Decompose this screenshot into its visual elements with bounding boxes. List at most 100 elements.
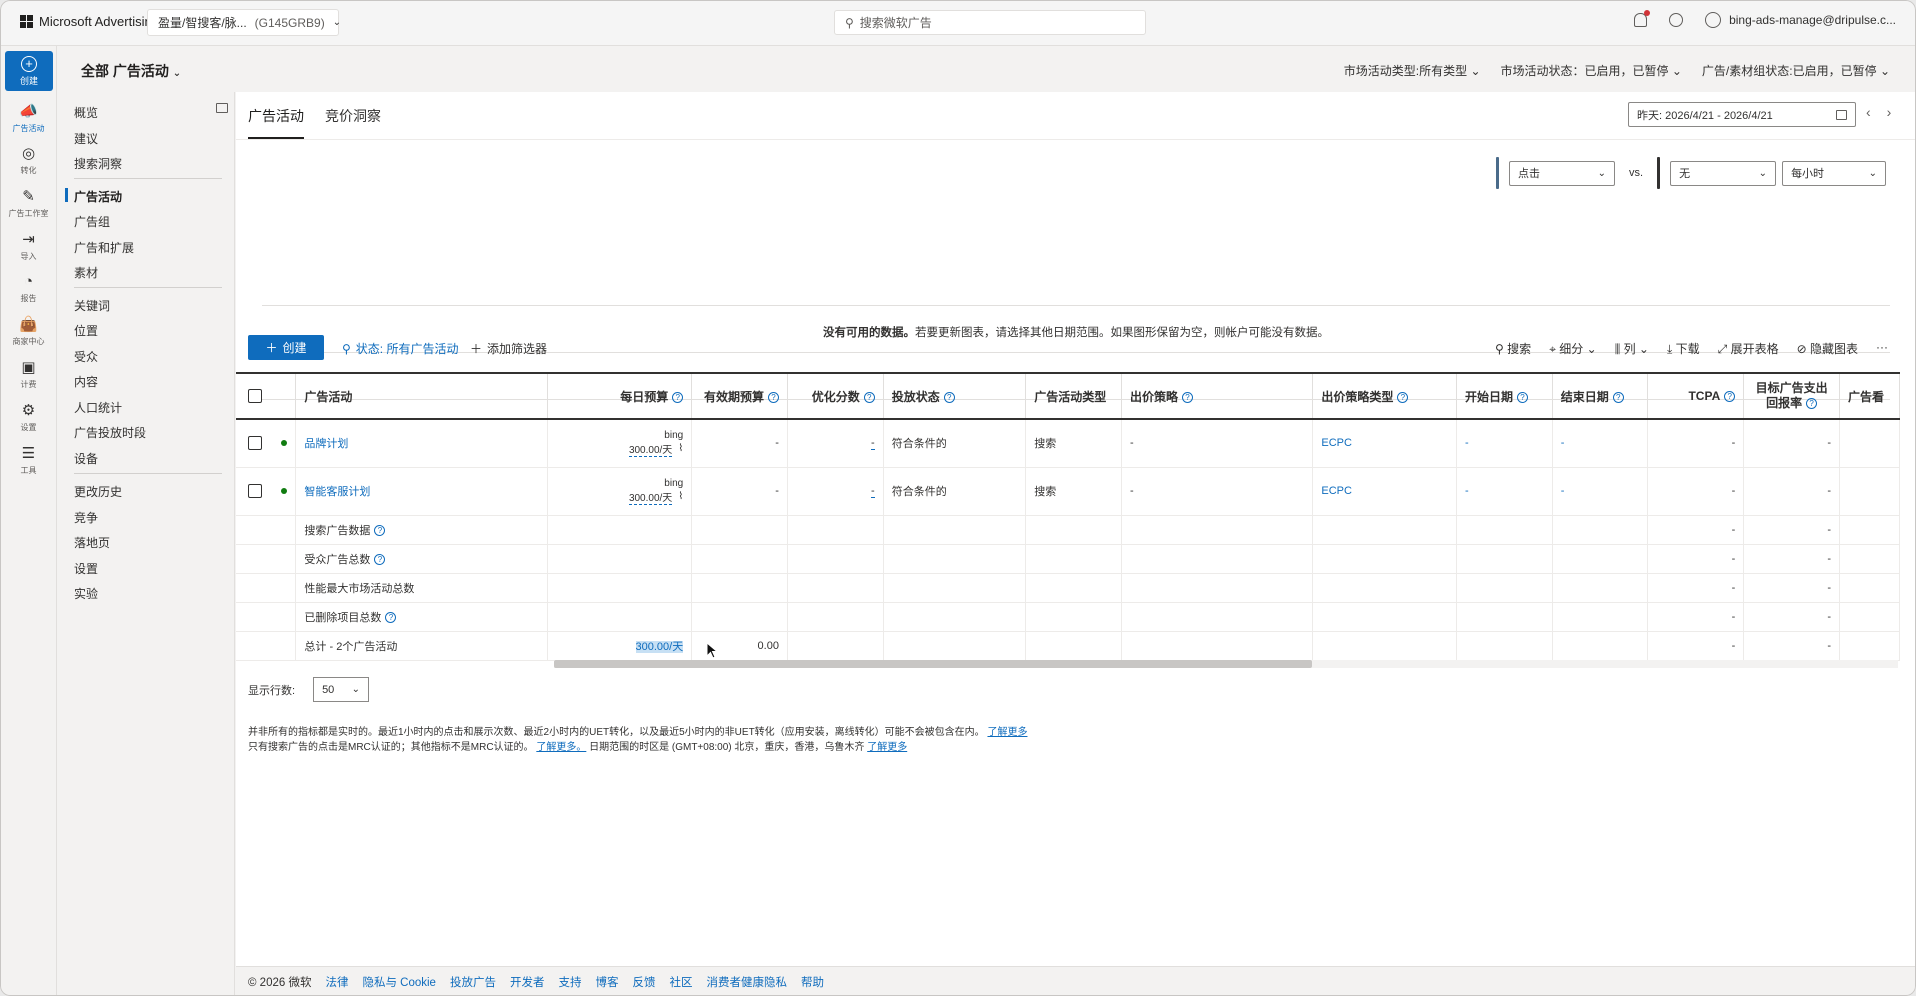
nav-item-settings[interactable]: 设置 (74, 560, 98, 577)
help-icon[interactable]: ? (1397, 391, 1409, 403)
help-icon[interactable]: ? (1806, 398, 1818, 410)
rail-item-billing[interactable]: ▣ 计费 (0, 360, 57, 390)
end-date-cell[interactable]: - (1552, 467, 1649, 516)
learn-more-link[interactable]: 了解更多 (987, 727, 1027, 738)
help-icon[interactable]: ? (1516, 391, 1528, 403)
budget-value[interactable]: 300.00/天 (628, 441, 673, 457)
nav-item-assets[interactable]: 素材 (74, 264, 98, 281)
rail-item-settings[interactable]: ⚙ 设置 (0, 403, 57, 433)
bid-strategy-type-cell[interactable]: ECPC (1312, 419, 1457, 468)
start-date-cell[interactable]: - (1456, 419, 1553, 468)
trend-chart-icon[interactable]: ⌇ (678, 491, 683, 502)
nav-item-locations[interactable]: 位置 (74, 322, 98, 339)
rail-item-import[interactable]: ⇥ 导入 (0, 232, 57, 262)
filter-campaign-status[interactable]: 市场活动状态：已启用，已暂停 ⌄ (1501, 62, 1682, 79)
filter-ad-status[interactable]: 广告/素材组状态:已启用，已暂停 ⌄ (1702, 62, 1890, 79)
scrollbar-thumb[interactable] (554, 660, 1312, 668)
footer-link-advertise[interactable]: 投放广告 (450, 974, 496, 990)
col-campaign[interactable]: 广告活动 (295, 372, 548, 420)
hide-chart-button[interactable]: ⊘ 隐藏图表 (1797, 340, 1858, 357)
nav-item-experiments[interactable]: 实验 (74, 585, 98, 602)
metric1-select[interactable]: 点击 ⌄ (1509, 160, 1615, 186)
nav-item-audiences[interactable]: 受众 (74, 348, 98, 365)
nav-item-keywords[interactable]: 关键词 (74, 297, 110, 314)
expand-table-button[interactable]: ⤢ 展开表格 (1718, 340, 1779, 357)
download-button[interactable]: ⤓ 下载 (1667, 340, 1700, 357)
col-campaign-type[interactable]: 广告活动类型 (1025, 372, 1122, 420)
col-lifetime-budget[interactable]: 有效期预算? (691, 372, 788, 420)
row-checkbox[interactable] (248, 436, 262, 451)
metric2-select[interactable]: 无 ⌄ (1670, 160, 1777, 186)
col-bid-strategy[interactable]: 出价策略? (1121, 372, 1314, 420)
grid-search-button[interactable]: ⚲ 搜索 (1495, 340, 1531, 357)
campaign-link[interactable]: 智能客服计划 (304, 486, 370, 498)
help-icon[interactable]: ? (672, 391, 684, 403)
global-search-input[interactable]: ⚲ 搜索微软广告 (834, 10, 1146, 35)
col-delivery[interactable]: 投放状态? (883, 372, 1027, 420)
nav-item-search-insights[interactable]: 搜索洞察 (74, 155, 122, 172)
help-icon[interactable]: ? (863, 391, 875, 403)
rail-item-ad-studio[interactable]: ✎ 广告工作室 (0, 189, 57, 219)
rail-item-campaigns[interactable]: 📣 广告活动 (0, 104, 57, 134)
bid-strategy-type-cell[interactable]: ECPC (1312, 467, 1457, 516)
end-date-cell[interactable]: - (1552, 419, 1649, 468)
nav-item-recommendations[interactable]: 建议 (74, 130, 98, 147)
rail-item-conversions[interactable]: ◎ 转化 (0, 146, 57, 176)
account-switcher[interactable]: 盈量/智搜客/脉... (G145GRB9) ⌄ (147, 9, 341, 36)
create-button[interactable]: + 创建 (5, 51, 53, 91)
nav-item-devices[interactable]: 设备 (74, 450, 98, 467)
footer-link-support[interactable]: 支持 (558, 974, 581, 990)
chevron-right-icon[interactable]: › (1887, 104, 1892, 120)
help-icon[interactable]: ? (1724, 391, 1736, 403)
campaign-link[interactable]: 品牌计划 (304, 438, 348, 450)
footer-link-developers[interactable]: 开发者 (510, 974, 545, 990)
col-end-date[interactable]: 结束日期? (1552, 372, 1649, 420)
nav-item-content[interactable]: 内容 (74, 373, 98, 390)
help-icon[interactable]: ? (943, 391, 955, 403)
nav-item-competition[interactable]: 竞争 (74, 509, 98, 526)
opt-score-value[interactable]: - (871, 485, 875, 498)
nav-item-ads-extensions[interactable]: 广告和扩展 (74, 239, 134, 256)
total-budget-value[interactable]: 300.00/天 (635, 640, 684, 653)
nav-item-change-history[interactable]: 更改历史 (74, 483, 122, 500)
learn-more-link[interactable]: 了解更多 (867, 742, 907, 753)
footer-link-help[interactable]: 帮助 (801, 974, 824, 990)
row-checkbox[interactable] (248, 484, 262, 498)
grid-create-button[interactable]: ＋ 创建 (248, 335, 324, 360)
help-icon[interactable]: ? (374, 525, 386, 537)
col-tcpa[interactable]: TCPA? (1647, 372, 1745, 420)
filter-campaign-type[interactable]: 市场活动类型:所有类型 ⌄ (1344, 62, 1481, 79)
help-icon[interactable]: ? (1182, 391, 1194, 403)
footer-link-community[interactable]: 社区 (669, 974, 692, 990)
select-all-checkbox[interactable] (248, 389, 262, 404)
tab-auction-insights[interactable]: 竞价洞察 (325, 106, 381, 126)
nav-item-overview[interactable]: 概览 (74, 104, 98, 121)
user-menu[interactable]: bing-ads-manage@dripulse.c... (1705, 12, 1896, 28)
col-troas[interactable]: 目标广告支出回报率? (1743, 372, 1840, 420)
collapse-nav-icon[interactable] (216, 103, 228, 113)
rail-item-merchant[interactable]: 👜 商家中心 (0, 317, 57, 347)
learn-more-link[interactable]: 了解更多。 (536, 742, 586, 753)
col-opt-score[interactable]: 优化分数? (787, 372, 884, 420)
brand[interactable]: Microsoft Advertising (20, 14, 159, 29)
footer-link-privacy[interactable]: 隐私与 Cookie (362, 974, 436, 990)
help-icon[interactable]: ? (374, 554, 386, 566)
scope-selector[interactable]: 全部 广告活动 ⌄ (81, 61, 181, 81)
budget-value[interactable]: 300.00/天 (628, 489, 673, 505)
footer-link-legal[interactable]: 法律 (325, 974, 348, 990)
help-icon[interactable]: ? (385, 612, 397, 624)
nav-item-ad-schedule[interactable]: 广告投放时段 (74, 424, 146, 441)
col-bid-strategy-type[interactable]: 出价策略类型? (1312, 372, 1457, 420)
col-daily-budget[interactable]: 每日预算? (547, 372, 693, 420)
trend-chart-icon[interactable]: ⌇ (678, 443, 683, 454)
help-icon[interactable] (1669, 13, 1684, 27)
more-options-icon[interactable]: ··· (1876, 340, 1888, 357)
nav-item-ad-groups[interactable]: 广告组 (74, 213, 110, 230)
opt-score-value[interactable]: - (871, 437, 875, 451)
footer-link-feedback[interactable]: 反馈 (632, 974, 655, 990)
segment-button[interactable]: ⌖ 细分 ⌄ (1549, 340, 1597, 357)
start-date-cell[interactable]: - (1456, 467, 1553, 516)
rail-item-tools[interactable]: ☰ 工具 (0, 446, 57, 476)
nav-item-demographics[interactable]: 人口统计 (74, 399, 122, 416)
chevron-left-icon[interactable]: ‹ (1866, 104, 1871, 120)
